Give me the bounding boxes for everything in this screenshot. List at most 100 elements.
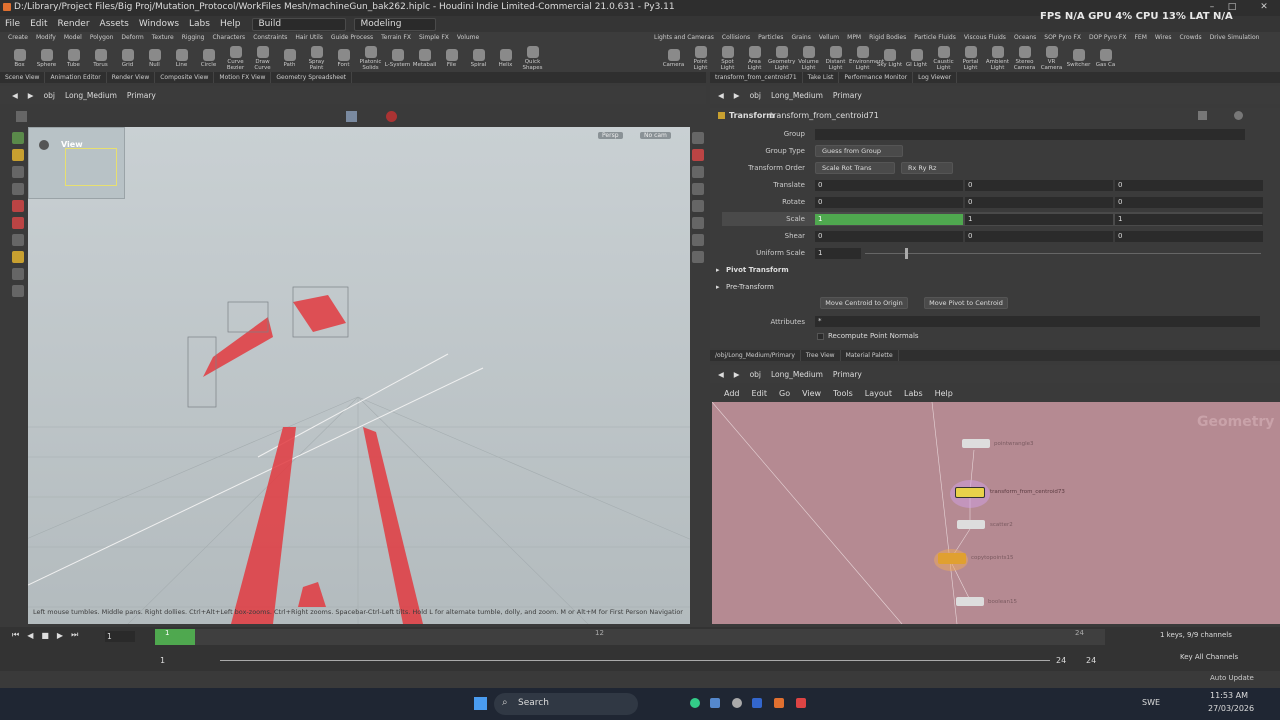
scene-viewport[interactable]: View Persp No cam Left mouse tumbles. Mi… bbox=[28, 127, 690, 624]
network-menu-tools[interactable]: Tools bbox=[833, 389, 853, 398]
rotate-z-field[interactable]: 0 bbox=[1115, 197, 1263, 208]
select-tool-icon[interactable] bbox=[12, 132, 24, 144]
app-icon[interactable] bbox=[732, 698, 742, 708]
clock-date[interactable]: 27/03/2026 bbox=[1208, 704, 1254, 713]
forward-icon[interactable]: ▶ bbox=[734, 91, 740, 100]
recompute-normals-checkbox[interactable] bbox=[817, 333, 824, 340]
point-display-icon[interactable] bbox=[692, 217, 704, 229]
back-icon[interactable]: ◀ bbox=[718, 91, 724, 100]
shelf-tab-right-14[interactable]: Crowds bbox=[1176, 33, 1206, 43]
shelf-tool-right-2[interactable]: Spot Light bbox=[714, 44, 741, 71]
network-tab-2[interactable]: Material Palette bbox=[841, 350, 899, 361]
snap-tool-icon[interactable] bbox=[12, 285, 24, 297]
shelf-tool-14[interactable]: L-System bbox=[384, 47, 411, 68]
scale-z-field[interactable]: 1 bbox=[1115, 214, 1263, 225]
network-menu-labs[interactable]: Labs bbox=[904, 389, 923, 398]
translate-y-field[interactable]: 0 bbox=[965, 180, 1113, 191]
pane-tab-0[interactable]: Scene View bbox=[0, 72, 46, 83]
param-tab-0[interactable]: transform_from_centroid71 bbox=[710, 72, 803, 83]
app-icon[interactable] bbox=[690, 698, 700, 708]
shelf-tool-right-6[interactable]: Distant Light bbox=[822, 44, 849, 71]
shelf-tool-right-0[interactable]: Camera bbox=[660, 47, 687, 68]
language-indicator[interactable]: SWE bbox=[1142, 698, 1160, 707]
shelf-tool-2[interactable]: Tube bbox=[60, 47, 87, 68]
translate-x-field[interactable]: 0 bbox=[815, 180, 963, 191]
network-menu-edit[interactable]: Edit bbox=[752, 389, 768, 398]
param-tab-1[interactable]: Take List bbox=[803, 72, 840, 83]
view-tool-icon[interactable] bbox=[12, 234, 24, 246]
jump-start-icon[interactable]: ⏮ bbox=[12, 630, 19, 640]
gear-icon[interactable] bbox=[1198, 111, 1207, 120]
network-menu-add[interactable]: Add bbox=[724, 389, 740, 398]
app-icon[interactable] bbox=[752, 698, 762, 708]
clock-time[interactable]: 11:53 AM bbox=[1210, 691, 1248, 700]
shelf-tool-18[interactable]: Helix bbox=[492, 47, 519, 68]
shelf-tool-7[interactable]: Circle bbox=[195, 47, 222, 68]
end-frame-field-2[interactable]: 24 bbox=[1086, 656, 1096, 665]
group-field[interactable] bbox=[815, 129, 1245, 140]
shelf-tool-6[interactable]: Line bbox=[168, 47, 195, 68]
play-icon[interactable]: ▶ bbox=[57, 631, 63, 640]
shelf-tool-15[interactable]: Metaball bbox=[411, 47, 438, 68]
search-icon[interactable] bbox=[1234, 111, 1243, 120]
end-frame-field[interactable]: 24 bbox=[1056, 656, 1066, 665]
pane-tab-5[interactable]: Geometry Spreadsheet bbox=[271, 72, 352, 83]
shelf-tool-right-14[interactable]: VR Camera bbox=[1038, 44, 1065, 71]
shelf-tool-3[interactable]: Torus bbox=[87, 47, 114, 68]
path-obj[interactable]: obj bbox=[750, 91, 761, 100]
normal-display-icon[interactable] bbox=[692, 234, 704, 246]
shelf-tool-17[interactable]: Spiral bbox=[465, 47, 492, 68]
param-tab-3[interactable]: Log Viewer bbox=[913, 72, 958, 83]
path-geo[interactable]: Long_Medium bbox=[65, 91, 117, 100]
persp-menu[interactable]: Persp bbox=[598, 132, 623, 139]
handle-tool-icon[interactable] bbox=[12, 149, 24, 161]
shelf-tool-16[interactable]: File bbox=[438, 47, 465, 68]
back-icon[interactable]: ◀ bbox=[12, 91, 18, 100]
transform-order-select[interactable]: Scale Rot Trans bbox=[815, 162, 895, 174]
start-menu-icon[interactable] bbox=[474, 697, 487, 710]
network-tab-1[interactable]: Tree View bbox=[801, 350, 841, 361]
rotate-tool-icon[interactable] bbox=[12, 183, 24, 195]
path-obj[interactable]: obj bbox=[44, 91, 55, 100]
menu-file[interactable]: File bbox=[0, 16, 25, 32]
close-icon[interactable]: ✕ bbox=[1258, 2, 1270, 12]
app-icon[interactable] bbox=[796, 698, 806, 708]
translate-z-field[interactable]: 0 bbox=[1115, 180, 1263, 191]
shelf-tool-right-15[interactable]: Switcher bbox=[1065, 47, 1092, 68]
move-centroid-button[interactable]: Move Centroid to Origin bbox=[820, 297, 908, 309]
shelf-tool-right-13[interactable]: Stereo Camera bbox=[1011, 44, 1038, 71]
pane-tab-2[interactable]: Render View bbox=[107, 72, 156, 83]
shelf-tool-right-7[interactable]: Environment Light bbox=[849, 44, 884, 71]
back-icon[interactable]: ◀ bbox=[718, 370, 724, 379]
record-icon[interactable] bbox=[386, 111, 397, 122]
menu-labs[interactable]: Labs bbox=[184, 16, 215, 32]
current-frame-field[interactable]: 1 bbox=[105, 631, 135, 642]
shelf-tab-right-15[interactable]: Drive Simulation bbox=[1206, 33, 1264, 43]
shelf-tool-13[interactable]: Platonic Solids bbox=[357, 44, 384, 71]
snap-icon[interactable] bbox=[692, 149, 704, 161]
menu-windows[interactable]: Windows bbox=[134, 16, 184, 32]
network-node[interactable] bbox=[956, 597, 984, 606]
network-node[interactable] bbox=[957, 520, 985, 529]
network-editor[interactable]: Geometry pointwrangle3 transform_from_ce… bbox=[712, 402, 1280, 624]
shelf-tool-1[interactable]: Sphere bbox=[33, 47, 60, 68]
jump-end-icon[interactable]: ⏭ bbox=[71, 630, 78, 640]
desktop-build-select[interactable]: Build bbox=[251, 17, 346, 31]
range-slider-track[interactable] bbox=[220, 660, 1050, 661]
grid-menu-icon[interactable] bbox=[16, 111, 27, 122]
lock-icon[interactable] bbox=[692, 132, 704, 144]
shelf-tool-right-1[interactable]: Point Light bbox=[687, 44, 714, 71]
param-tab-2[interactable]: Performance Monitor bbox=[839, 72, 914, 83]
pane-tab-3[interactable]: Composite View bbox=[155, 72, 215, 83]
shear-x-field[interactable]: 0 bbox=[815, 231, 963, 242]
start-frame-field[interactable]: 1 bbox=[160, 656, 165, 665]
move-pivot-button[interactable]: Move Pivot to Centroid bbox=[924, 297, 1008, 309]
shelf-tool-11[interactable]: Spray Paint bbox=[303, 44, 330, 71]
network-node-selected[interactable] bbox=[955, 487, 985, 498]
shear-z-field[interactable]: 0 bbox=[1115, 231, 1263, 242]
wireframe-icon[interactable] bbox=[692, 183, 704, 195]
pivot-expand-icon[interactable]: ▸ bbox=[716, 266, 720, 274]
desktop-modeling-select[interactable]: Modeling bbox=[353, 17, 436, 31]
scale-x-field[interactable]: 1 bbox=[815, 214, 963, 225]
path-node[interactable]: Primary bbox=[833, 91, 862, 100]
